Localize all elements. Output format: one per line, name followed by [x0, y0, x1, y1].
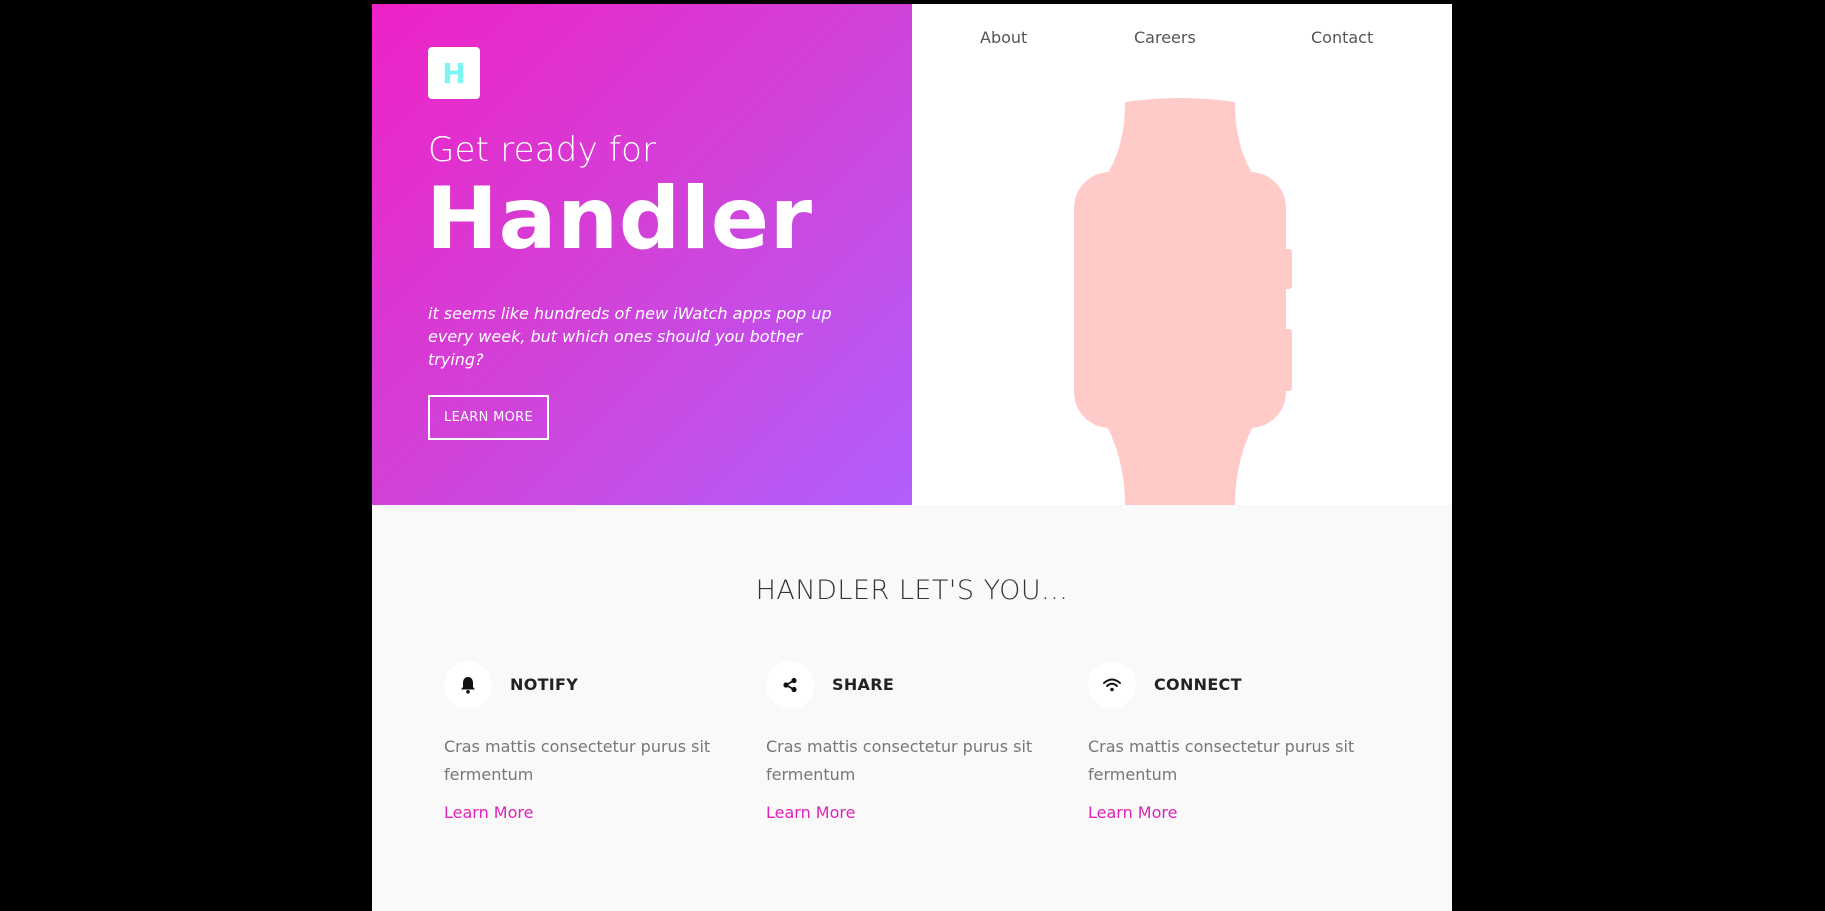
- wifi-icon: [1088, 661, 1136, 709]
- nav-careers-link[interactable]: Careers: [1134, 28, 1196, 47]
- features-title: HANDLER LET'S YOU...: [755, 575, 1069, 606]
- learn-more-button[interactable]: LEARN MORE: [428, 395, 549, 440]
- feature-learn-more-link[interactable]: Learn More: [444, 803, 533, 822]
- logo[interactable]: H: [428, 47, 480, 99]
- top-nav: About Careers Contact: [912, 28, 1452, 58]
- hero-tagline: it seems like hundreds of new iWatch app…: [428, 304, 832, 369]
- share-icon: [766, 661, 814, 709]
- hero-image-panel: About Careers Contact: [912, 4, 1452, 505]
- hero-gradient-panel: H Get ready for Handler it seems like hu…: [372, 4, 912, 505]
- watch-illustration: [1074, 98, 1292, 505]
- hero-kicker: Get ready for: [428, 130, 657, 170]
- nav-about-link[interactable]: About: [980, 28, 1027, 47]
- features-section: HANDLER LET'S YOU... NOTIFY Cras mattis …: [372, 505, 1452, 911]
- feature-description: Cras mattis consectetur purus sit fermen…: [766, 737, 1033, 784]
- bell-icon: [444, 661, 492, 709]
- feature-heading: NOTIFY: [510, 675, 579, 694]
- hero-section: H Get ready for Handler it seems like hu…: [372, 4, 1452, 505]
- nav-contact-link[interactable]: Contact: [1311, 28, 1373, 47]
- feature-learn-more-link[interactable]: Learn More: [766, 803, 855, 822]
- feature-description: Cras mattis consectetur purus sit fermen…: [1088, 737, 1355, 784]
- feature-learn-more-link[interactable]: Learn More: [1088, 803, 1177, 822]
- watch-silhouette: [1074, 98, 1292, 505]
- logo-letter: H: [442, 56, 466, 90]
- feature-heading: CONNECT: [1154, 675, 1242, 694]
- feature-heading: SHARE: [832, 675, 895, 694]
- landing-page: H Get ready for Handler it seems like hu…: [372, 4, 1452, 911]
- hero-brand-title: Handler: [426, 169, 813, 269]
- feature-description: Cras mattis consectetur purus sit fermen…: [444, 737, 711, 784]
